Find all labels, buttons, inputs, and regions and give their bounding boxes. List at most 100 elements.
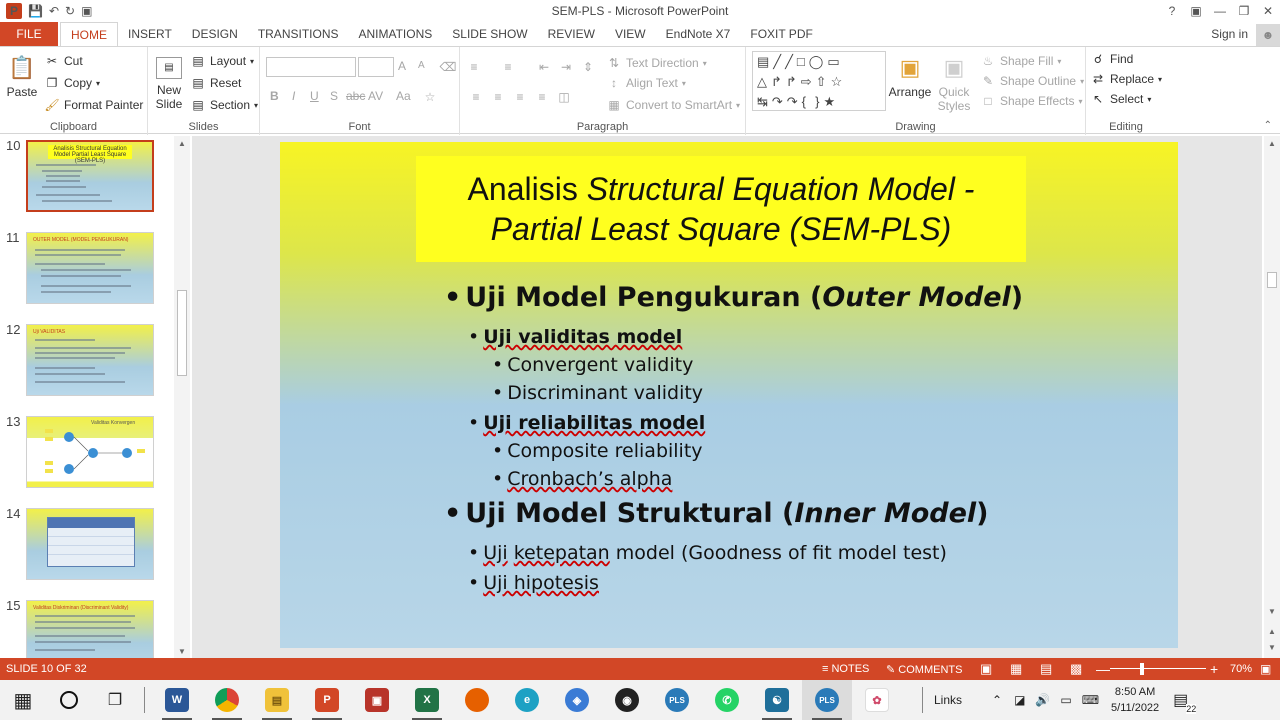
scroll-up-arrow-icon[interactable]: ▲ (1264, 136, 1280, 150)
scroll-up-arrow-icon[interactable]: ▲ (174, 136, 190, 150)
slide-thumbnail[interactable]: Analisis Structural Equation Model Parti… (26, 140, 154, 212)
bullet-cronbach-alpha[interactable]: • Cronbach’s alpha (492, 468, 672, 490)
zoom-level[interactable]: 70% (1230, 663, 1252, 675)
font-color-button[interactable]: ☆ (422, 89, 438, 105)
app-globe-taskbar-icon[interactable]: ◈ (552, 680, 602, 720)
font-family-combo[interactable] (266, 57, 356, 77)
select-button[interactable]: ↖ Select ▾ (1090, 91, 1151, 107)
arrange-button[interactable]: ▣ Arrange (888, 53, 932, 100)
obs-taskbar-icon[interactable]: ◉ (602, 680, 652, 720)
redo-icon[interactable]: ↻ (65, 4, 75, 18)
find-button[interactable]: ☌ Find (1090, 51, 1133, 67)
start-slideshow-icon[interactable]: ▣ (81, 4, 92, 18)
fit-slide-icon[interactable]: ▣ (1260, 662, 1271, 676)
reading-view-icon[interactable]: ▤ (1040, 661, 1052, 677)
slide-thumbnail[interactable]: OUTER MODEL (MODEL PENGUKURAN) (26, 232, 154, 304)
tab-insert[interactable]: INSERT (118, 22, 182, 46)
bullet-uji-hipotesis[interactable]: • Uji hipotesis (468, 572, 599, 594)
bullet-inner-model[interactable]: • Uji Model Struktural (Inner Model) (444, 498, 989, 529)
slide-thumbnail[interactable]: Validitas Konvergen (26, 416, 154, 488)
minimize-button[interactable]: — (1208, 0, 1232, 22)
character-spacing-button[interactable]: AV (368, 89, 383, 103)
windows-start-icon[interactable]: ▦ (0, 680, 46, 720)
tab-home[interactable]: HOME (60, 22, 118, 47)
slideshow-view-icon[interactable]: ▩ (1070, 661, 1082, 677)
pdf-reader-taskbar-icon[interactable]: ▣ (352, 680, 402, 720)
zoom-in-button[interactable]: + (1210, 661, 1218, 677)
line-spacing-button[interactable]: ⇕ (580, 59, 596, 75)
increase-indent-button[interactable]: ⇥ (558, 59, 574, 75)
bullet-outer-model[interactable]: • Uji Model Pengukuran (Outer Model) (444, 282, 1023, 313)
shape-effects-button[interactable]: □ Shape Effects ▾ (980, 93, 1082, 109)
change-case-button[interactable]: Aa (396, 89, 411, 103)
undo-icon[interactable]: ↶ (49, 4, 59, 18)
align-left-button[interactable]: ≡ (468, 89, 484, 105)
align-right-button[interactable]: ≡ (512, 89, 528, 105)
smartpls-active-taskbar-icon[interactable]: PLS (802, 680, 852, 720)
bold-button[interactable]: B (270, 89, 279, 103)
battery-icon[interactable]: ▭ (1060, 693, 1071, 707)
volume-icon[interactable]: 🔊 (1035, 693, 1050, 707)
help-button[interactable]: ? (1160, 0, 1184, 22)
justify-button[interactable]: ≡ (534, 89, 550, 105)
underline-button[interactable]: U (310, 89, 319, 103)
tab-design[interactable]: DESIGN (182, 22, 248, 46)
sign-in-link[interactable]: Sign in (1211, 27, 1248, 41)
tab-file[interactable]: FILE (0, 22, 58, 46)
shrink-font-button[interactable]: A (418, 60, 425, 71)
show-hidden-icons[interactable]: ⌃ (992, 693, 1002, 707)
align-text-button[interactable]: ↕ Align Text ▾ (606, 75, 686, 91)
clear-formatting-button[interactable]: ⌫ (440, 59, 457, 75)
reset-button[interactable]: ▤ Reset (190, 75, 241, 91)
thumbnail-scrollbar[interactable]: ▲ ▼ (174, 136, 190, 658)
normal-view-icon[interactable]: ▣ (980, 661, 992, 677)
slide-title-box[interactable]: Analisis Structural Equation Model - Par… (416, 156, 1026, 262)
close-button[interactable]: ✕ (1256, 0, 1280, 22)
format-painter-button[interactable]: 🖌 Format Painter (44, 97, 143, 113)
columns-button[interactable]: ◫ (556, 89, 572, 105)
edge-taskbar-icon[interactable]: e (502, 680, 552, 720)
wifi-icon[interactable]: ◪ (1014, 693, 1025, 707)
replace-button[interactable]: ⇄ Replace ▾ (1090, 71, 1162, 87)
bullet-uji-validitas[interactable]: • Uji validitas model (468, 326, 682, 348)
bullet-goodness-of-fit[interactable]: • Uji ketepatan model (Goodness of fit mo… (468, 542, 947, 564)
scrollbar-thumb[interactable] (177, 290, 187, 376)
links-toolbar[interactable]: Links (934, 693, 962, 707)
powerpoint-taskbar-icon[interactable]: P (302, 680, 352, 720)
mindmap-taskbar-icon[interactable]: ✿ (852, 680, 902, 720)
scrollbar-thumb[interactable] (1267, 272, 1277, 288)
word-taskbar-icon[interactable]: W (152, 680, 202, 720)
shape-outline-button[interactable]: ✎ Shape Outline ▾ (980, 73, 1084, 89)
slide-thumbnail[interactable]: Uji VALIDITAS (26, 324, 154, 396)
font-size-combo[interactable] (358, 57, 394, 77)
scroll-down-arrow-icon[interactable]: ▼ (174, 644, 190, 658)
italic-button[interactable]: I (292, 89, 295, 103)
avatar[interactable]: ☻ (1256, 24, 1280, 46)
bullet-convergent-validity[interactable]: • Convergent validity (492, 354, 693, 376)
notes-button[interactable]: ≡ NOTES (822, 663, 869, 675)
text-direction-button[interactable]: ⇅ Text Direction ▾ (606, 55, 707, 71)
excel-taskbar-icon[interactable]: X (402, 680, 452, 720)
keyboard-icon[interactable]: ⌨ (1082, 693, 1099, 707)
slide-sorter-icon[interactable]: ▦ (1010, 661, 1022, 677)
shadow-button[interactable]: S (330, 89, 338, 103)
new-slide-button[interactable]: ▤ New Slide (150, 53, 188, 111)
tab-transitions[interactable]: TRANSITIONS (248, 22, 349, 46)
smartpls-taskbar-icon[interactable]: PLS (652, 680, 702, 720)
quick-styles-button[interactable]: ▣ Quick Styles (934, 53, 974, 114)
paste-button[interactable]: 📋 Paste (4, 53, 40, 100)
save-icon[interactable]: 💾 (28, 4, 43, 18)
firefox-taskbar-icon[interactable] (452, 680, 502, 720)
chrome-taskbar-icon[interactable] (202, 680, 252, 720)
grow-font-button[interactable]: A (398, 59, 406, 73)
current-slide[interactable]: Analisis Structural Equation Model - Par… (280, 142, 1178, 648)
tab-view[interactable]: VIEW (605, 22, 656, 46)
align-center-button[interactable]: ≡ (490, 89, 506, 105)
slide-scrollbar[interactable]: ▲ ▼ ▲ ▼ (1264, 136, 1280, 658)
cortana-search-icon[interactable] (46, 680, 92, 720)
network-diagram-taskbar-icon[interactable]: ☯ (752, 680, 802, 720)
scroll-down-arrow-icon[interactable]: ▼ (1264, 604, 1280, 618)
slide-thumbnail[interactable]: Validitas Diskriminan (Discriminant Vali… (26, 600, 154, 658)
whatsapp-taskbar-icon[interactable]: ✆ (702, 680, 752, 720)
copy-button[interactable]: ❐ Copy ▾ (44, 75, 100, 91)
